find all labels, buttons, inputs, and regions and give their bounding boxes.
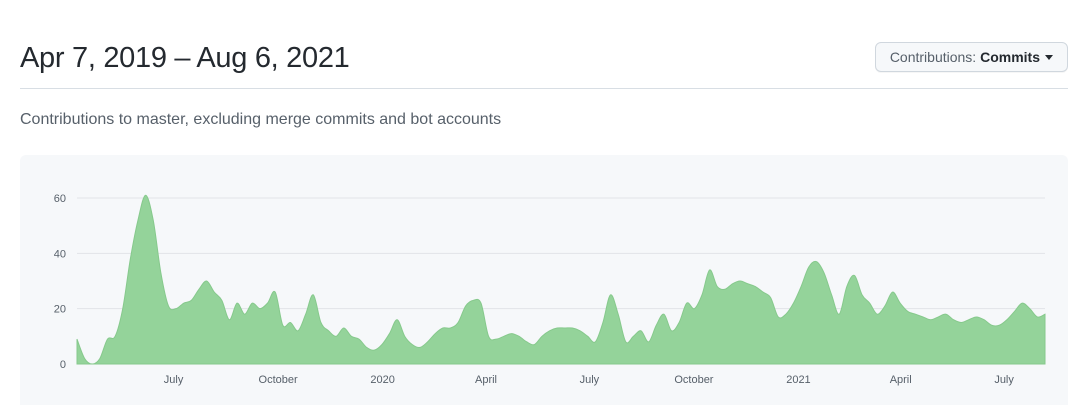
chart-svg: 0 20 40 60 July October 2020 April July October 20… <box>54 193 1046 386</box>
x-tick-label: April <box>890 374 912 386</box>
contributions-label: Contributions: <box>889 49 977 65</box>
contributions-dropdown-button[interactable]: Contributions: Commits <box>874 42 1068 72</box>
commits-chart: 0 20 40 60 July October 2020 April July October 20… <box>20 155 1068 405</box>
x-tick-label: April <box>475 374 497 386</box>
page-header: Apr 7, 2019 – Aug 6, 2021 Contributions:… <box>20 28 1068 89</box>
caret-down-icon <box>1045 54 1053 60</box>
x-tick-label: 2021 <box>786 374 810 386</box>
x-tick-label: October <box>259 374 298 386</box>
y-tick-label: 0 <box>60 359 66 371</box>
x-tick-label: July <box>994 374 1014 386</box>
commits-area <box>76 194 1046 365</box>
x-tick-label: October <box>674 374 713 386</box>
y-tick-label: 60 <box>54 193 66 205</box>
x-tick-label: 2020 <box>370 374 394 386</box>
y-tick-label: 20 <box>54 304 66 316</box>
x-tick-label: July <box>164 374 184 386</box>
chart-subtitle: Contributions to master, excluding merge… <box>20 111 502 128</box>
page-title: Apr 7, 2019 – Aug 6, 2021 <box>20 42 350 74</box>
y-tick-label: 40 <box>54 248 66 260</box>
x-tick-label: July <box>580 374 600 386</box>
contributions-value: Commits <box>980 49 1040 65</box>
